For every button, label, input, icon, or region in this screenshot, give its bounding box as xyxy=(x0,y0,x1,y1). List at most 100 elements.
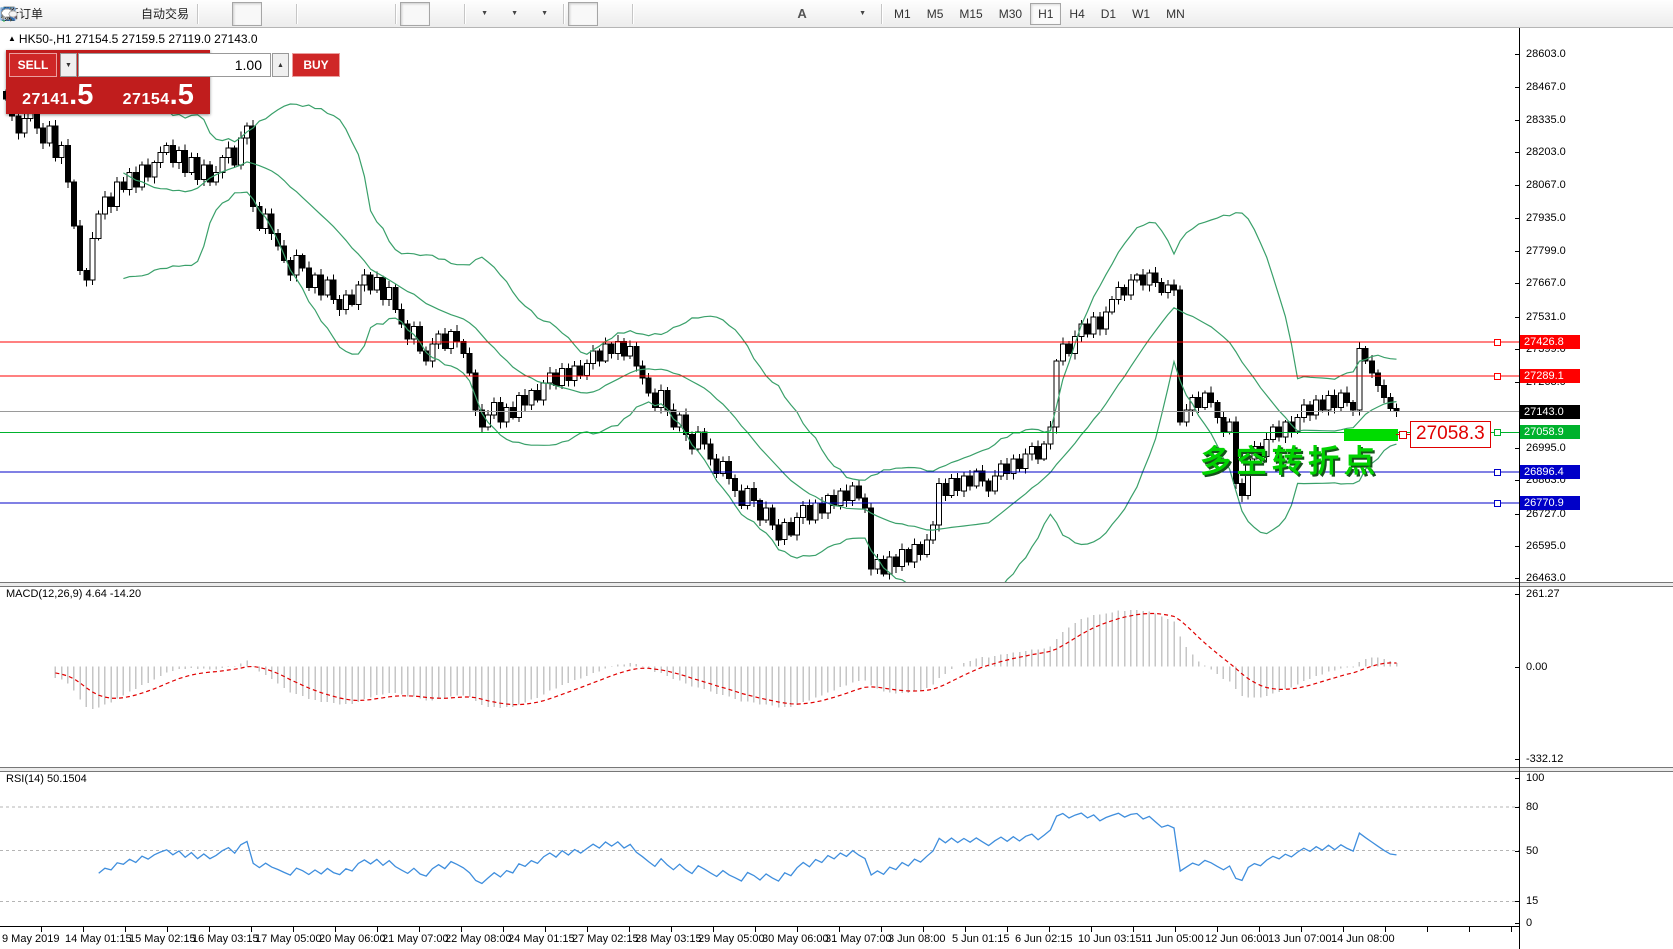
price-tick-mark xyxy=(1515,152,1519,153)
price-line-label: 26770.9 xyxy=(1520,496,1580,510)
toolbar-separator xyxy=(881,4,882,24)
timeframe-h1[interactable]: H1 xyxy=(1030,3,1061,25)
pane-splitter[interactable] xyxy=(0,582,1673,587)
price-tick-mark xyxy=(1515,251,1519,252)
timeframe-m1[interactable]: M1 xyxy=(886,3,919,25)
rsi-tick-label: 15 xyxy=(1526,895,1538,907)
price-tick-mark xyxy=(1515,382,1519,383)
text-label-tool-button[interactable]: T xyxy=(817,2,847,26)
line-marker-square xyxy=(1494,469,1501,476)
text-icon: A xyxy=(797,7,806,20)
price-tick-label: 26463.0 xyxy=(1526,572,1566,584)
chat-button[interactable] xyxy=(1633,2,1663,26)
autotrading-button[interactable]: 自动交易 xyxy=(137,2,193,26)
tile-windows-button[interactable] xyxy=(361,2,391,26)
sell-button[interactable]: SELL xyxy=(9,53,57,77)
sell-price-display[interactable]: 27141 .5 xyxy=(9,80,107,111)
templates-button[interactable]: ▼ xyxy=(529,2,559,26)
volume-decrease-button[interactable]: ▼ xyxy=(60,53,77,77)
toolbar-separator xyxy=(296,4,297,24)
profiles-button[interactable] xyxy=(77,2,107,26)
horizontal-line-tool-button[interactable] xyxy=(667,2,697,26)
macd-tick-mark xyxy=(1515,594,1519,595)
indicators-button[interactable]: ▼ xyxy=(469,2,499,26)
time-axis-label: 24 May 01:15 xyxy=(508,933,575,945)
chevron-down-icon: ▼ xyxy=(511,10,518,17)
time-axis-label: 29 May 05:00 xyxy=(698,933,765,945)
timeframe-m5[interactable]: M5 xyxy=(919,3,952,25)
macd-tick-label: -332.12 xyxy=(1526,753,1563,765)
price-tick-mark xyxy=(1515,185,1519,186)
sell-price-main: 27141 xyxy=(22,91,69,109)
rsi-tick-mark xyxy=(1515,851,1519,852)
price-tick-mark xyxy=(1515,87,1519,88)
trendline-tool-button[interactable] xyxy=(697,2,727,26)
timeframe-m30[interactable]: M30 xyxy=(991,3,1030,25)
search-button[interactable] xyxy=(1603,2,1633,26)
rsi-tick-mark xyxy=(1515,901,1519,902)
rsi-tick-mark xyxy=(1515,807,1519,808)
one-click-trading-panel: SELL ▼ ▲ BUY 27141 .5 27154 .5 xyxy=(6,50,210,114)
line-chart-button[interactable] xyxy=(262,2,292,26)
price-line-label: 27143.0 xyxy=(1520,405,1580,419)
zoom-in-button[interactable] xyxy=(301,2,331,26)
timeframe-d1[interactable]: D1 xyxy=(1093,3,1124,25)
time-axis-label: 10 Jun 03:15 xyxy=(1078,933,1142,945)
macd-pane-canvas[interactable] xyxy=(0,585,1519,767)
buy-button[interactable]: BUY xyxy=(292,53,340,77)
chart-shift-button[interactable] xyxy=(430,2,460,26)
symbol-arrow-icon: ▲ xyxy=(8,34,16,43)
price-tick-label: 27799.0 xyxy=(1526,245,1566,257)
price-tick-mark xyxy=(1515,120,1519,121)
price-axis-line xyxy=(1519,28,1520,949)
editor-button[interactable] xyxy=(47,2,77,26)
sell-price-fraction: .5 xyxy=(69,84,93,106)
timeframe-h4[interactable]: H4 xyxy=(1061,3,1092,25)
time-axis-label: 27 May 02:15 xyxy=(572,933,639,945)
time-axis-label: 13 Jun 07:00 xyxy=(1268,933,1332,945)
candlestick-chart-button[interactable] xyxy=(232,2,262,26)
macd-tick-label: 0.00 xyxy=(1526,661,1547,673)
crosshair-tool-button[interactable] xyxy=(598,2,628,26)
bar-chart-button[interactable] xyxy=(202,2,232,26)
time-axis-label: 17 May 05:00 xyxy=(255,933,322,945)
zoom-out-button[interactable] xyxy=(331,2,361,26)
vertical-line-tool-button[interactable] xyxy=(637,2,667,26)
main-chart-canvas[interactable] xyxy=(0,28,1519,582)
time-axis-label: 30 May 06:00 xyxy=(762,933,829,945)
rsi-tick-label: 50 xyxy=(1526,845,1538,857)
rsi-pane-canvas[interactable] xyxy=(0,770,1519,926)
price-tick-mark xyxy=(1515,448,1519,449)
time-axis-ticks xyxy=(0,927,1519,932)
price-tick-label: 28467.0 xyxy=(1526,81,1566,93)
macd-indicator-label: MACD(12,26,9) 4.64 -14.20 xyxy=(6,588,141,600)
timeframe-w1[interactable]: W1 xyxy=(1124,3,1158,25)
arrows-tool-button[interactable]: ▼ xyxy=(847,2,877,26)
fibonacci-tool-button[interactable]: F xyxy=(757,2,787,26)
price-tick-mark xyxy=(1515,317,1519,318)
auto-scroll-button[interactable] xyxy=(400,2,430,26)
volume-input[interactable] xyxy=(78,53,271,77)
buy-price-fraction: .5 xyxy=(170,84,194,106)
timeframe-mn[interactable]: MN xyxy=(1158,3,1193,25)
price-line-label: 27058.9 xyxy=(1520,425,1580,439)
cursor-tool-button[interactable] xyxy=(568,2,598,26)
time-axis-label: 5 Jun 01:15 xyxy=(952,933,1010,945)
buy-price-display[interactable]: 27154 .5 xyxy=(110,80,208,111)
line-marker-square xyxy=(1494,373,1501,380)
price-tick-label: 27531.0 xyxy=(1526,311,1566,323)
periods-button[interactable]: ▼ xyxy=(499,2,529,26)
channel-tool-button[interactable]: E xyxy=(727,2,757,26)
rsi-tick-label: 100 xyxy=(1526,772,1544,784)
time-axis-label: 14 May 01:15 xyxy=(65,933,132,945)
volume-increase-button[interactable]: ▲ xyxy=(272,53,289,77)
toolbar-separator xyxy=(563,4,564,24)
time-axis-label: 21 May 07:00 xyxy=(382,933,449,945)
time-axis-label: 15 May 02:15 xyxy=(129,933,196,945)
toolbar-separator xyxy=(395,4,396,24)
timeframe-m15[interactable]: M15 xyxy=(951,3,990,25)
signals-button[interactable] xyxy=(107,2,137,26)
pane-splitter[interactable] xyxy=(0,767,1673,772)
text-tool-button[interactable]: A xyxy=(787,2,817,26)
price-tick-mark xyxy=(1515,218,1519,219)
